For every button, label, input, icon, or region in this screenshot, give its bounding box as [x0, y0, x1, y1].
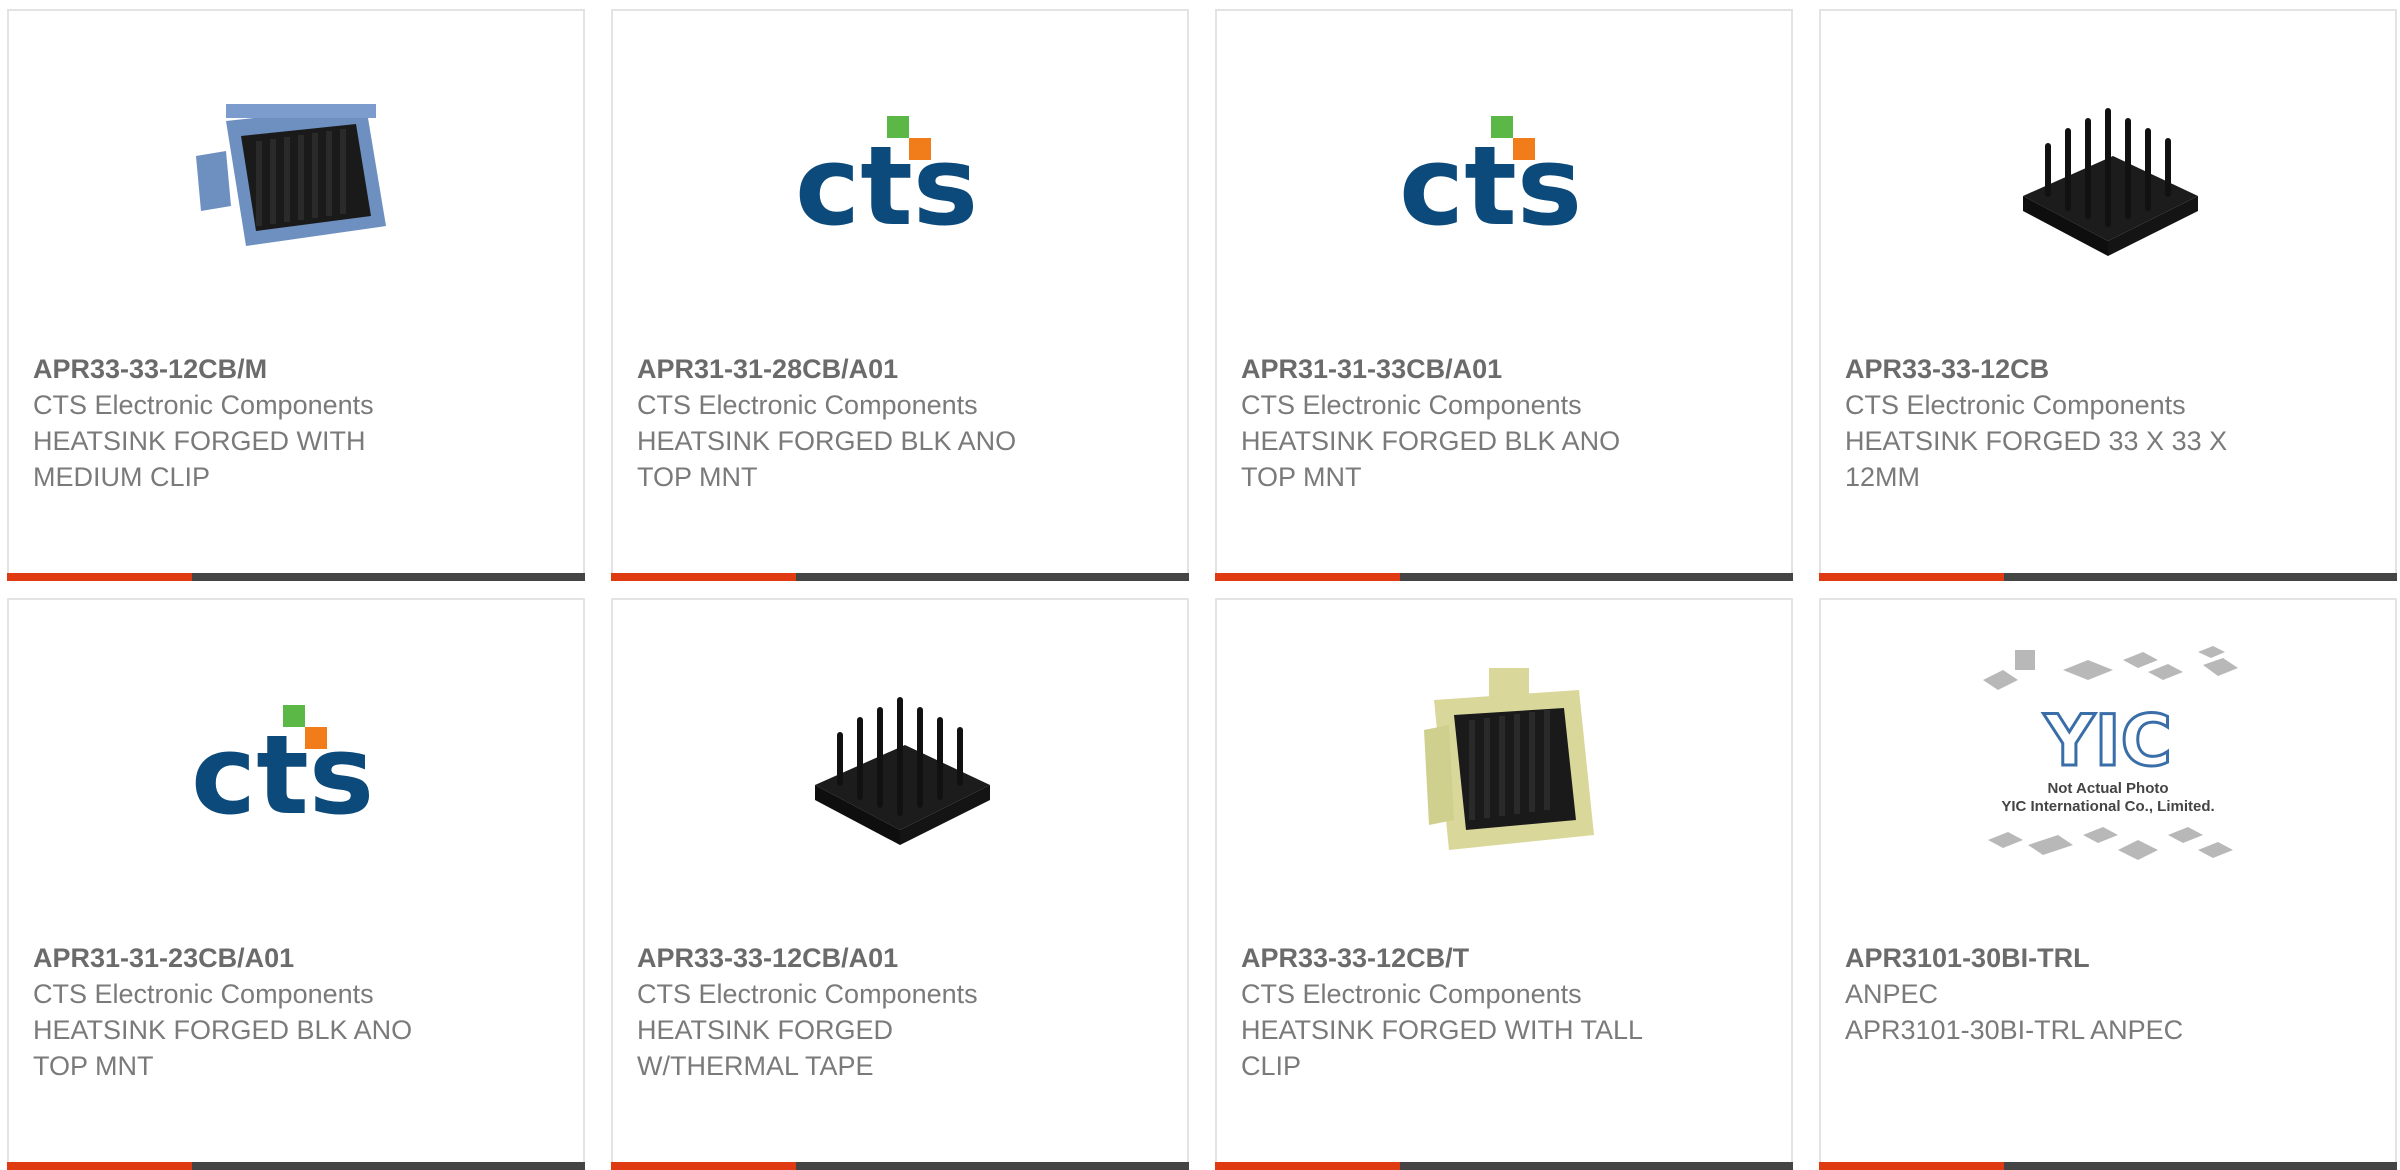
product-image[interactable]: YIC Not Actual Photo YIC International C… [1821, 600, 2395, 930]
product-card[interactable]: APR33-33-12CB CTS Electronic Components … [1819, 9, 2397, 581]
product-info: APR31-31-23CB/A01 CTS Electronic Compone… [33, 940, 553, 1084]
part-number[interactable]: APR33-33-12CB [1845, 351, 2365, 387]
part-number[interactable]: APR31-31-28CB/A01 [637, 351, 1157, 387]
card-accent-bar [1819, 573, 2004, 581]
product-grid: APR33-33-12CB/M CTS Electronic Component… [0, 0, 2400, 1170]
description: HEATSINK FORGED BLK ANO TOP MNT [637, 426, 1017, 492]
part-number[interactable]: APR31-31-23CB/A01 [33, 940, 553, 976]
card-accent-bar [7, 1162, 192, 1170]
description: HEATSINK FORGED BLK ANO TOP MNT [1241, 426, 1621, 492]
part-number[interactable]: APR3101-30BI-TRL [1845, 940, 2365, 976]
product-info: APR33-33-12CB/T CTS Electronic Component… [1241, 940, 1761, 1084]
product-card[interactable]: APR33-33-12CB/T CTS Electronic Component… [1215, 598, 1793, 1170]
manufacturer: CTS Electronic Components [33, 390, 374, 420]
card-bottom-bar [1819, 573, 2397, 581]
manufacturer: CTS Electronic Components [1845, 390, 2186, 420]
product-card[interactable]: APR33-33-12CB/A01 CTS Electronic Compone… [611, 598, 1189, 1170]
product-card[interactable]: APR33-33-12CB/M CTS Electronic Component… [7, 9, 585, 581]
product-image[interactable] [9, 11, 583, 341]
card-bottom-bar [1215, 573, 1793, 581]
heatsink-image [815, 697, 990, 845]
placeholder-caption: Not Actual Photo YIC International Co., … [1973, 780, 2243, 816]
product-image[interactable]: cts [9, 600, 583, 930]
description: HEATSINK FORGED WITH TALL CLIP [1241, 1015, 1643, 1081]
product-card[interactable]: YIC Not Actual Photo YIC International C… [1819, 598, 2397, 1170]
cts-logo-icon: cts [191, 705, 374, 825]
svg-text:cts: cts [795, 122, 978, 236]
part-number[interactable]: APR33-33-12CB/T [1241, 940, 1761, 976]
product-info: APR33-33-12CB CTS Electronic Components … [1845, 351, 2365, 495]
svg-text:cts: cts [191, 711, 374, 825]
description: HEATSINK FORGED 33 X 33 X 12MM [1845, 426, 2228, 492]
card-bottom-bar [1215, 1162, 1793, 1170]
description: HEATSINK FORGED WITH MEDIUM CLIP [33, 426, 366, 492]
card-accent-bar [1215, 573, 1400, 581]
heatsink-clip-image [196, 104, 386, 246]
card-bottom-bar [7, 573, 585, 581]
manufacturer: CTS Electronic Components [1241, 979, 1582, 1009]
product-info: APR31-31-28CB/A01 CTS Electronic Compone… [637, 351, 1157, 495]
card-accent-bar [611, 1162, 796, 1170]
manufacturer: CTS Electronic Components [637, 390, 978, 420]
heatsink-clip-image [1424, 668, 1594, 850]
description: APR3101-30BI-TRL ANPEC [1845, 1015, 2184, 1045]
manufacturer: ANPEC [1845, 979, 1939, 1009]
description: HEATSINK FORGED W/THERMAL TAPE [637, 1015, 894, 1081]
product-image[interactable] [1217, 600, 1791, 930]
yic-logo-icon: YIC [2043, 700, 2172, 782]
manufacturer: CTS Electronic Components [637, 979, 978, 1009]
card-bottom-bar [1819, 1162, 2397, 1170]
description: HEATSINK FORGED BLK ANO TOP MNT [33, 1015, 413, 1081]
placeholder-image: YIC Not Actual Photo YIC International C… [1973, 640, 2243, 890]
part-number[interactable]: APR33-33-12CB/A01 [637, 940, 1157, 976]
svg-text:cts: cts [1399, 122, 1582, 236]
part-number[interactable]: APR33-33-12CB/M [33, 351, 553, 387]
card-accent-bar [1819, 1162, 2004, 1170]
manufacturer: CTS Electronic Components [1241, 390, 1582, 420]
product-info: APR33-33-12CB/M CTS Electronic Component… [33, 351, 553, 495]
product-info: APR3101-30BI-TRL ANPEC APR3101-30BI-TRL … [1845, 940, 2365, 1048]
product-card[interactable]: cts APR31-31-23CB/A01 CTS Electronic Com… [7, 598, 585, 1170]
part-number[interactable]: APR31-31-33CB/A01 [1241, 351, 1761, 387]
product-card[interactable]: cts APR31-31-33CB/A01 CTS Electronic Com… [1215, 9, 1793, 581]
placeholder-line1: Not Actual Photo [2047, 780, 2169, 797]
product-info: APR33-33-12CB/A01 CTS Electronic Compone… [637, 940, 1157, 1084]
card-bottom-bar [611, 573, 1189, 581]
cts-logo-icon: cts [795, 116, 978, 236]
product-image[interactable] [1821, 11, 2395, 341]
cts-logo-icon: cts [1399, 116, 1582, 236]
product-card[interactable]: cts APR31-31-28CB/A01 CTS Electronic Com… [611, 9, 1189, 581]
card-accent-bar [1215, 1162, 1400, 1170]
card-accent-bar [611, 573, 796, 581]
product-image[interactable] [613, 600, 1187, 930]
chip-icons: YIC [1983, 646, 2238, 860]
heatsink-image [2023, 108, 2198, 256]
product-info: APR31-31-33CB/A01 CTS Electronic Compone… [1241, 351, 1761, 495]
placeholder-line2: YIC International Co., Limited. [2001, 798, 2215, 815]
card-bottom-bar [7, 1162, 585, 1170]
product-image[interactable]: cts [1217, 11, 1791, 341]
product-image[interactable]: cts [613, 11, 1187, 341]
manufacturer: CTS Electronic Components [33, 979, 374, 1009]
card-accent-bar [7, 573, 192, 581]
card-bottom-bar [611, 1162, 1189, 1170]
